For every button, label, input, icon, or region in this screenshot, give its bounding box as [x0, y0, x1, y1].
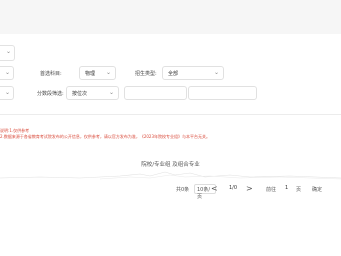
batch-filter-select[interactable]: 按位次 ⌄ [66, 86, 119, 100]
decorative-mountain-line [0, 171, 341, 180]
subject-value: 物理 [85, 71, 96, 77]
note-line: 2.数据来源于各省教育考试院发布的公开信息，仅供参考，请以官方发布为准，《202… [0, 134, 210, 139]
chevron-down-icon: ⌄ [213, 69, 219, 76]
page-unit: 页 [296, 187, 302, 193]
section-divider [0, 114, 341, 115]
page-info: 1/0 [229, 185, 238, 191]
batch-filter-label: 分数段筛选: [37, 91, 64, 97]
goto-page-input[interactable]: 1 [285, 185, 288, 191]
chevron-down-icon: ⌄ [105, 69, 111, 76]
batch-filter-value: 按位次 [72, 91, 88, 97]
region-select[interactable]: ⌄ [0, 45, 15, 61]
pagination: 共0条 10条/页 < 1/0 > 前往 1 页 确定 [0, 184, 341, 200]
admission-type-label: 招生类型: [135, 71, 157, 77]
chevron-down-icon: ⌄ [4, 89, 10, 96]
chevron-down-icon: ⌄ [5, 48, 11, 55]
empty-table-title: 院校/专业组 及组合专业 [141, 162, 200, 168]
admission-type-value: 全部 [168, 71, 179, 77]
chevron-down-icon: ⌄ [4, 69, 10, 76]
next-page-button[interactable]: > [246, 184, 253, 194]
notes-block: 说明:1.仅供参考 2.数据来源于各省教育考试院发布的公开信息，仅供参考，请以官… [0, 128, 300, 140]
goto-label: 前往 [266, 187, 277, 193]
subject-label: 首选科目: [40, 71, 62, 77]
chevron-down-icon: ⌄ [108, 89, 114, 96]
score-input[interactable]: ⌄ [0, 66, 14, 80]
subject-select[interactable]: 物理 ⌄ [79, 66, 116, 80]
confirm-button[interactable]: 确定 [312, 186, 322, 193]
prev-page-button[interactable]: < [211, 184, 218, 194]
top-bar [0, 0, 341, 34]
admission-type-select[interactable]: 全部 ⌄ [162, 66, 224, 80]
province-select[interactable]: ⌄ [0, 86, 14, 100]
total-count: 共0条 [176, 187, 190, 193]
range-max-input[interactable] [188, 86, 257, 100]
range-min-input[interactable] [124, 86, 187, 100]
